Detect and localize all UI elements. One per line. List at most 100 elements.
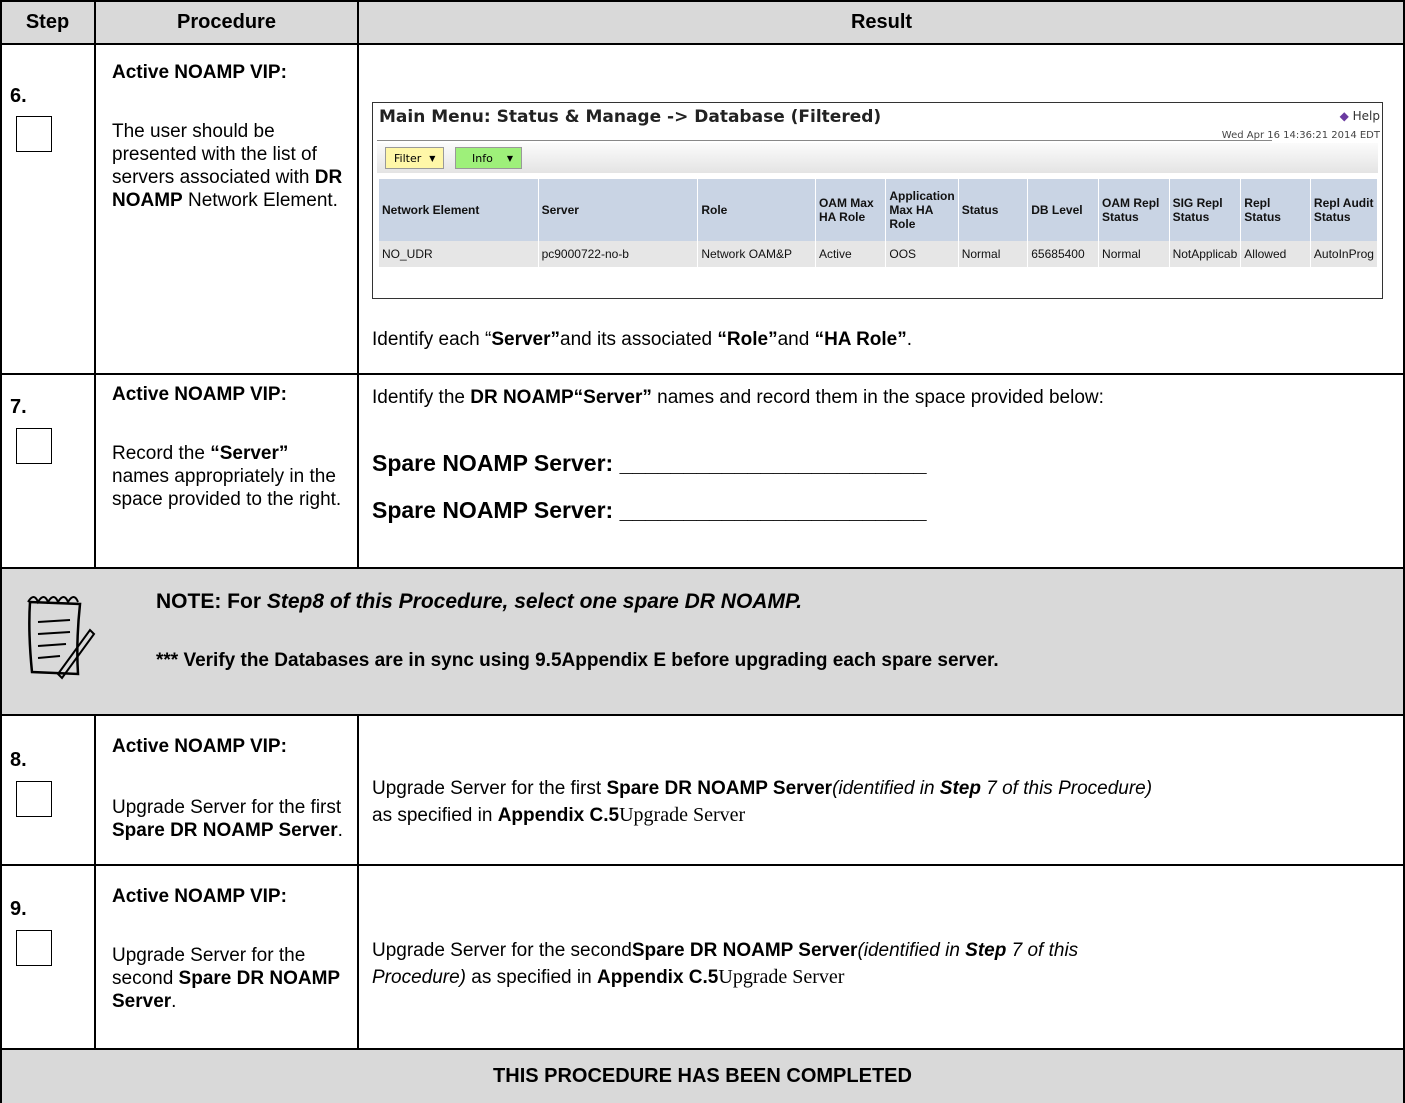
step8-checkbox[interactable] [16, 781, 52, 817]
step7-text-bold: “Server” [210, 443, 289, 464]
procedure-complete-banner: THIS PROCEDURE HAS BEEN COMPLETED [0, 1049, 1405, 1103]
note-line-2: *** Verify the Databases are in sync usi… [156, 650, 999, 671]
column-header[interactable]: Repl Audit Status [1310, 179, 1379, 241]
screenshot-timestamp: Wed Apr 16 14:36:21 2014 EDT [1221, 130, 1380, 141]
grid-line [94, 714, 96, 1049]
step7-result-pre: Identify the [372, 387, 471, 408]
step7-result-post: names and record them in the space provi… [651, 387, 1104, 408]
header-result: Result [358, 0, 1405, 44]
step9-italic-bold: Step [965, 940, 1007, 961]
step9-description: Upgrade Server for the second Spare DR N… [112, 944, 348, 1013]
table-cell: NotApplicab [1169, 241, 1242, 267]
spare-server-field-2[interactable]: Spare NOAMP Server: ____________________… [372, 497, 927, 524]
column-header[interactable]: DB Level [1027, 179, 1100, 241]
column-header[interactable]: Repl Status [1240, 179, 1311, 241]
step6-text: The user should be presented with the li… [112, 121, 317, 188]
step7-result-text: Identify the DR NOAMP“Server” names and … [372, 384, 1104, 411]
table-cell: NO_UDR [379, 241, 539, 267]
table-cell: Network OAM&P [697, 241, 816, 267]
note-line-1: NOTE: For Step8 of this Procedure, selec… [156, 588, 802, 615]
chevron-down-icon: ▼ [506, 153, 513, 163]
column-header[interactable]: Role [697, 179, 816, 241]
grid-line [0, 373, 1405, 375]
header-step: Step [0, 0, 95, 44]
step9-italic-2: 7 of this [1006, 940, 1079, 961]
step7-description: Record the “Server” names appropriately … [112, 442, 348, 511]
column-header[interactable]: Network Element [379, 179, 539, 241]
help-link[interactable]: ◆ Help [1340, 109, 1380, 123]
step8-appendix-ref[interactable]: Appendix C.5 [498, 805, 619, 826]
note-label: NOTE: For [156, 590, 267, 613]
step8-result-italic: (identified in Step 7 of this Procedure) [832, 778, 1152, 799]
step7-number: 7. [10, 396, 27, 418]
table-cell: Active [815, 241, 887, 267]
column-header[interactable]: OAM Max HA Role [815, 179, 887, 241]
step7-text-end: names appropriately in the space provide… [112, 466, 342, 510]
step6-description: The user should be presented with the li… [112, 120, 348, 212]
grid-line [0, 864, 1405, 866]
note-icon [27, 596, 96, 680]
grid-line [0, 0, 2, 1103]
step6-result-text: Identify each “Server”and its associated… [372, 326, 912, 353]
title-divider [377, 140, 1272, 141]
step6-result-b3: “HA Role” [814, 329, 907, 350]
grid-line [0, 0, 1405, 2]
table-cell: AutoInProg [1310, 241, 1379, 267]
grid-line [357, 714, 359, 1049]
info-button[interactable]: Info ▼ [455, 147, 522, 169]
step8-description: Upgrade Server for the first Spare DR NO… [112, 796, 348, 842]
grid-line [1403, 0, 1405, 1103]
step8-number: 8. [10, 749, 27, 771]
step6-result-b1: Server” [491, 329, 561, 350]
toolbar [377, 143, 1378, 173]
header-procedure-label: Procedure [177, 10, 276, 33]
step7-title: Active NOAMP VIP: [112, 384, 287, 405]
spare-server-field-1[interactable]: Spare NOAMP Server: ____________________… [372, 450, 927, 477]
step8-line2-pre: as specified in [372, 805, 498, 826]
step9-line2-pre: as specified in [466, 967, 597, 988]
step6-text-end: Network Element. [182, 190, 338, 211]
step7-checkbox[interactable] [16, 428, 52, 464]
table-cell: 65685400 [1027, 241, 1100, 267]
table-cell: Normal [1098, 241, 1170, 267]
help-label: Help [1352, 109, 1380, 123]
column-header[interactable]: Status [958, 179, 1029, 241]
step9-result-text: Upgrade Server for the secondSpare DR NO… [372, 937, 1078, 991]
step8-appendix-title: Upgrade Server [619, 804, 746, 826]
table-cell: Allowed [1240, 241, 1311, 267]
table-row[interactable]: NO_UDR pc9000722-no-b Network OAM&P Acti… [379, 241, 1379, 267]
step6-result-mid2: and [777, 329, 815, 350]
database-table: Network Element Server Role OAM Max HA R… [379, 179, 1379, 267]
filter-button-label: Filter [394, 151, 422, 165]
step6-result-b2: “Role” [717, 329, 778, 350]
table-cell: OOS [885, 241, 959, 267]
step8-text: Upgrade Server for the first [112, 797, 342, 818]
grid-line [0, 43, 1405, 45]
step8-italic-1: (identified in [832, 778, 940, 799]
help-icon: ◆ [1339, 109, 1349, 123]
header-procedure: Procedure [95, 0, 358, 44]
column-header[interactable]: SIG Repl Status [1169, 179, 1242, 241]
grid-line [0, 714, 1405, 716]
filter-button[interactable]: Filter ▼ [385, 147, 445, 169]
column-header[interactable]: Server [538, 179, 699, 241]
step8-italic-bold: Step [939, 778, 981, 799]
screenshot-title: Main Menu: Status & Manage -> Database (… [379, 107, 882, 127]
chevron-down-icon: ▼ [429, 153, 436, 163]
step9-appendix-ref[interactable]: Appendix C.5 [597, 967, 718, 988]
column-header[interactable]: Application Max HA Role [885, 179, 959, 241]
table-cell: pc9000722-no-b [538, 241, 699, 267]
step9-checkbox[interactable] [16, 930, 52, 966]
grid-line [94, 0, 96, 567]
step6-checkbox[interactable] [16, 116, 52, 152]
step9-text-end: . [171, 991, 177, 1012]
step6-number: 6. [10, 85, 27, 107]
step6-result-mid1: and its associated [560, 329, 718, 350]
step9-title: Active NOAMP VIP: [112, 886, 287, 907]
step6-result-post: . [906, 329, 913, 350]
column-header[interactable]: OAM Repl Status [1098, 179, 1170, 241]
step9-line2-italic: Procedure) [372, 967, 466, 988]
grid-line [0, 567, 1405, 569]
step8-result-text: Upgrade Server for the first Spare DR NO… [372, 775, 1152, 829]
step9-appendix-title: Upgrade Server [718, 966, 845, 988]
